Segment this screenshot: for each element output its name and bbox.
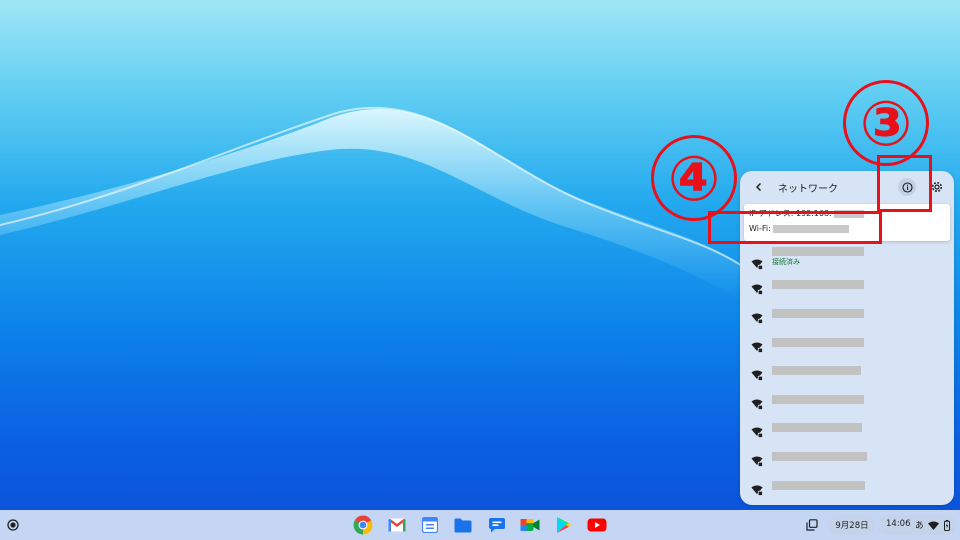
play-store-app[interactable] [553,514,575,536]
redacted-network-name [772,366,861,375]
annotation-marker-3: ③ [843,80,929,166]
calendar-icon [422,517,438,533]
date-tray[interactable]: 9月28日 [829,515,875,535]
wifi-secured-icon [751,313,763,324]
redacted-network-name [772,395,864,404]
wifi-secured-icon-wrap [751,280,763,295]
wifi-secured-icon [751,399,763,410]
network-item[interactable] [740,333,954,357]
status-area[interactable]: 14:06 あ [878,515,956,535]
holding-space-button[interactable] [804,517,820,533]
wifi-secured-icon-wrap [751,423,763,438]
annotation-box-4 [708,211,882,244]
wifi-secured-icon-wrap [751,395,763,410]
wifi-secured-icon-wrap [751,338,763,353]
wifi-secured-icon-wrap [751,366,763,381]
annotation-box-3 [877,155,932,212]
shelf: 9月28日 14:06 あ [0,510,960,540]
network-item[interactable] [740,447,954,471]
holding-space-icon [806,519,818,531]
launcher-button[interactable] [5,517,21,533]
youtube-icon [587,518,607,532]
wifi-secured-icon-wrap [751,309,763,324]
battery-icon [944,520,950,531]
redacted-network-name [772,309,864,318]
network-item[interactable] [740,476,954,500]
redacted-network-name [772,452,867,461]
panel-title: ネットワーク [778,184,838,195]
chevron-left-icon [755,182,762,192]
wifi-secured-icon [751,342,763,353]
redacted-network-name [772,423,862,432]
wifi-secured-icon [751,456,763,467]
files-icon [454,518,472,532]
launcher-icon [7,519,19,531]
wifi-secured-icon [751,284,763,295]
network-item[interactable] [740,361,954,385]
redacted-network-name [772,247,864,256]
chrome-icon [353,515,373,535]
ime-indicator: あ [915,521,924,531]
calendar-app[interactable] [419,514,441,536]
wifi-secured-icon-wrap [751,255,763,270]
gmail-icon [388,518,406,532]
meet-icon [520,519,540,531]
back-button[interactable] [750,178,768,196]
gear-icon [931,181,943,193]
files-app[interactable] [452,514,474,536]
clock-time: 14:06 [886,519,911,529]
network-item[interactable] [740,304,954,328]
youtube-app[interactable] [586,514,608,536]
network-item[interactable] [740,390,954,414]
wifi-secured-icon [751,370,763,381]
gmail-app[interactable] [386,514,408,536]
wifi-secured-icon [751,485,763,496]
messages-icon [489,518,505,533]
annotation-marker-4: ④ [651,135,737,221]
connected-status: 接続済み [772,258,800,266]
wifi-secured-icon-wrap [751,481,763,496]
network-item[interactable] [740,275,954,299]
meet-app[interactable] [519,514,541,536]
redacted-network-name [772,280,864,289]
chrome-app[interactable] [352,514,374,536]
redacted-network-name [772,338,864,347]
network-item-connected[interactable]: 接続済み [740,247,954,271]
wifi-secured-icon [751,427,763,438]
wifi-icon [928,521,939,530]
messages-app[interactable] [486,514,508,536]
redacted-network-name [772,481,865,490]
network-item[interactable] [740,418,954,442]
wifi-secured-icon-wrap [751,452,763,467]
wifi-secured-icon [751,259,763,270]
play-store-icon [557,517,572,533]
